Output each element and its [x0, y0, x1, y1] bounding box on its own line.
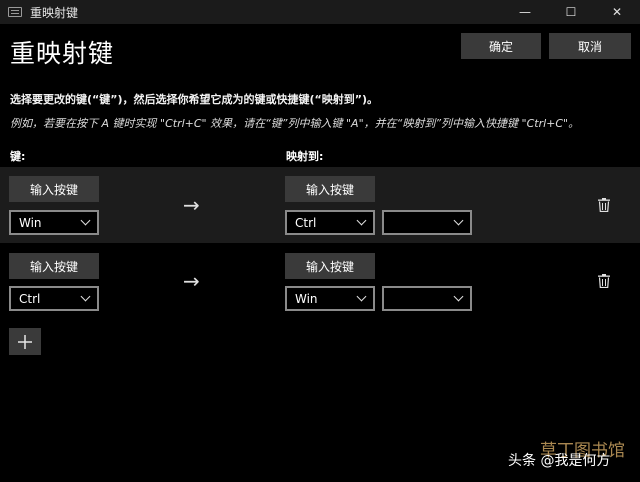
target-select-1-value: Win	[295, 291, 318, 306]
page-title: 重映射键	[10, 39, 115, 68]
plus-icon	[18, 334, 32, 349]
chevron-down-icon	[356, 215, 367, 226]
mapping-row: 输入按键 Win → 输入按键 Ctrl	[0, 167, 640, 243]
key-select-value: Ctrl	[19, 291, 41, 306]
key-select-value: Win	[19, 215, 42, 230]
key-column-header: 键:	[10, 150, 26, 163]
chevron-down-icon	[453, 215, 464, 226]
window-controls: — ☐ ✕	[502, 0, 640, 24]
delete-icon[interactable]	[598, 198, 610, 212]
key-select[interactable]: Win	[9, 210, 99, 235]
target-select-1[interactable]: Ctrl	[285, 210, 375, 235]
chevron-down-icon	[80, 291, 91, 302]
keyboard-icon	[8, 7, 22, 17]
key-select[interactable]: Ctrl	[9, 286, 99, 311]
example-text: 例如，若要在按下 A 键时实现 "Ctrl+C" 效果，请在“键”列中输入键 "…	[10, 117, 580, 130]
type-target-button[interactable]: 输入按键	[285, 176, 375, 202]
target-select-1[interactable]: Win	[285, 286, 375, 311]
chevron-down-icon	[356, 291, 367, 302]
instruction-text: 选择要更改的键(“键”)，然后选择你希望它成为的键或快捷键(“映射到”)。	[10, 93, 379, 106]
close-button[interactable]: ✕	[594, 0, 640, 24]
mapping-row: 输入按键 Ctrl → 输入按键 Win	[0, 244, 640, 320]
chevron-down-icon	[453, 291, 464, 302]
cancel-button[interactable]: 取消	[549, 33, 631, 59]
target-select-2[interactable]	[382, 210, 472, 235]
minimize-button[interactable]: —	[502, 0, 548, 24]
maximize-button[interactable]: ☐	[548, 0, 594, 24]
target-select-2[interactable]	[382, 286, 472, 311]
type-key-button[interactable]: 输入按键	[9, 253, 99, 279]
right-arrow-icon: →	[183, 269, 200, 293]
title-bar: 重映射键 — ☐ ✕	[0, 0, 640, 24]
ok-button[interactable]: 确定	[461, 33, 541, 59]
delete-icon[interactable]	[598, 274, 610, 288]
type-target-button[interactable]: 输入按键	[285, 253, 375, 279]
chevron-down-icon	[80, 215, 91, 226]
window-title: 重映射键	[30, 5, 79, 20]
right-arrow-icon: →	[183, 193, 200, 217]
add-mapping-button[interactable]	[9, 328, 41, 355]
watermark-text: 头条 @我是何方	[508, 453, 611, 469]
target-select-1-value: Ctrl	[295, 215, 317, 230]
mapped-to-column-header: 映射到:	[286, 150, 324, 163]
type-key-button[interactable]: 输入按键	[9, 176, 99, 202]
